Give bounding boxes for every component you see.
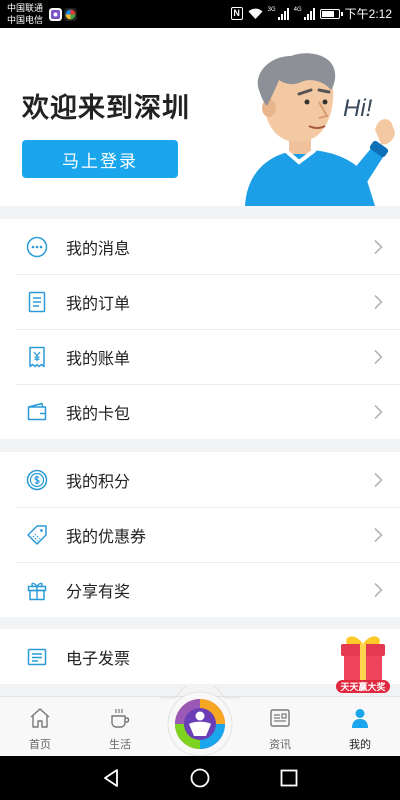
menu-item-label: 我的卡包 [66, 405, 131, 423]
tab-life-label: 生活 [109, 739, 131, 751]
app-notification-icon [49, 8, 62, 21]
profile-header: 欢迎来到深圳 马上登录 Hi! [0, 28, 400, 206]
home-circle-icon[interactable] [189, 767, 211, 789]
login-button[interactable]: 马上登录 [22, 140, 178, 178]
system-status: N 3G 4G 下午2:12 [230, 5, 392, 22]
carrier-name-2: 中国电信 [7, 15, 44, 25]
tab-news-label: 资讯 [269, 739, 291, 751]
chevron-right-icon [374, 294, 383, 309]
tab-mine-label: 我的 [349, 739, 371, 751]
battery-icon [319, 8, 343, 19]
home-icon [30, 708, 50, 728]
coupon-icon [27, 524, 47, 545]
menu-group-rewards: 我的积分我的优惠券分享有奖 [0, 452, 400, 617]
tab-news[interactable]: 资讯 [250, 697, 310, 757]
chevron-right-icon [374, 527, 383, 542]
wifi-icon [248, 8, 263, 19]
chevron-right-icon [374, 239, 383, 254]
tab-life[interactable]: 生活 [90, 697, 150, 757]
back-triangle-icon[interactable] [100, 767, 122, 789]
center-logo-button[interactable] [160, 686, 240, 758]
news-icon [270, 709, 290, 727]
gift-banner-label: 天天赢大奖 [340, 681, 386, 692]
coffee-icon [111, 709, 130, 728]
bill-icon [29, 346, 45, 367]
message-icon [26, 236, 48, 257]
carrier-info: 中国联通 中国电信 [7, 2, 43, 26]
gift-icon [27, 582, 47, 600]
menu-item-gift[interactable]: 分享有奖 [0, 562, 400, 617]
menu-item-order[interactable]: 我的订单 [0, 274, 400, 329]
battery-level [321, 10, 334, 17]
network-type-1: 3G [267, 6, 276, 13]
notification-icons [49, 8, 77, 21]
welcome-title: 欢迎来到深圳 [22, 93, 190, 123]
menu-item-label: 我的消息 [66, 240, 131, 258]
chevron-right-icon [374, 404, 383, 419]
menu-item-label: 分享有奖 [66, 583, 131, 601]
tab-home[interactable]: 首页 [10, 697, 70, 757]
nfc-icon: N [230, 7, 243, 20]
mascot-speech: Hi! [343, 95, 373, 122]
menu-item-label: 我的积分 [66, 473, 131, 491]
recents-square-icon[interactable] [278, 767, 300, 789]
chevron-right-icon [374, 582, 383, 597]
menu-item-bill[interactable]: 我的账单 [0, 329, 400, 384]
chevron-right-icon [374, 472, 383, 487]
clock: 下午2:12 [344, 7, 392, 21]
daily-prize-gift-button[interactable]: 天天赢大奖 [335, 632, 391, 696]
person-icon [352, 709, 368, 728]
network-type-2: 4G [293, 6, 302, 13]
signal-1-icon [277, 7, 289, 20]
invoice-icon [27, 648, 47, 665]
menu-item-wallet[interactable]: 我的卡包 [0, 384, 400, 439]
signal-2-icon [303, 7, 315, 20]
menu-item-points[interactable]: 我的积分 [0, 452, 400, 507]
status-bar: 中国联通 中国电信 N 3G 4G 下午2:12 [0, 0, 400, 28]
menu-item-message[interactable]: 我的消息 [0, 219, 400, 274]
menu-item-label: 电子发票 [66, 650, 131, 668]
menu-item-label: 我的订单 [66, 295, 131, 313]
menu-item-label: 我的优惠券 [66, 528, 147, 546]
menu-group-account: 我的消息我的订单我的账单我的卡包 [0, 219, 400, 439]
menu-item-label: 我的账单 [66, 350, 131, 368]
tab-home-label: 首页 [29, 739, 51, 751]
app-notification-icon-2 [64, 8, 77, 21]
carrier-name-1: 中国联通 [7, 3, 44, 13]
menu-item-coupon[interactable]: 我的优惠券 [0, 507, 400, 562]
wallet-icon [27, 402, 47, 420]
tab-mine[interactable]: 我的 [330, 697, 390, 757]
order-icon [28, 291, 46, 312]
points-icon [26, 469, 48, 490]
chevron-right-icon [374, 349, 383, 364]
system-navigation-bar [0, 756, 400, 800]
mascot-illustration: Hi! [245, 53, 395, 206]
